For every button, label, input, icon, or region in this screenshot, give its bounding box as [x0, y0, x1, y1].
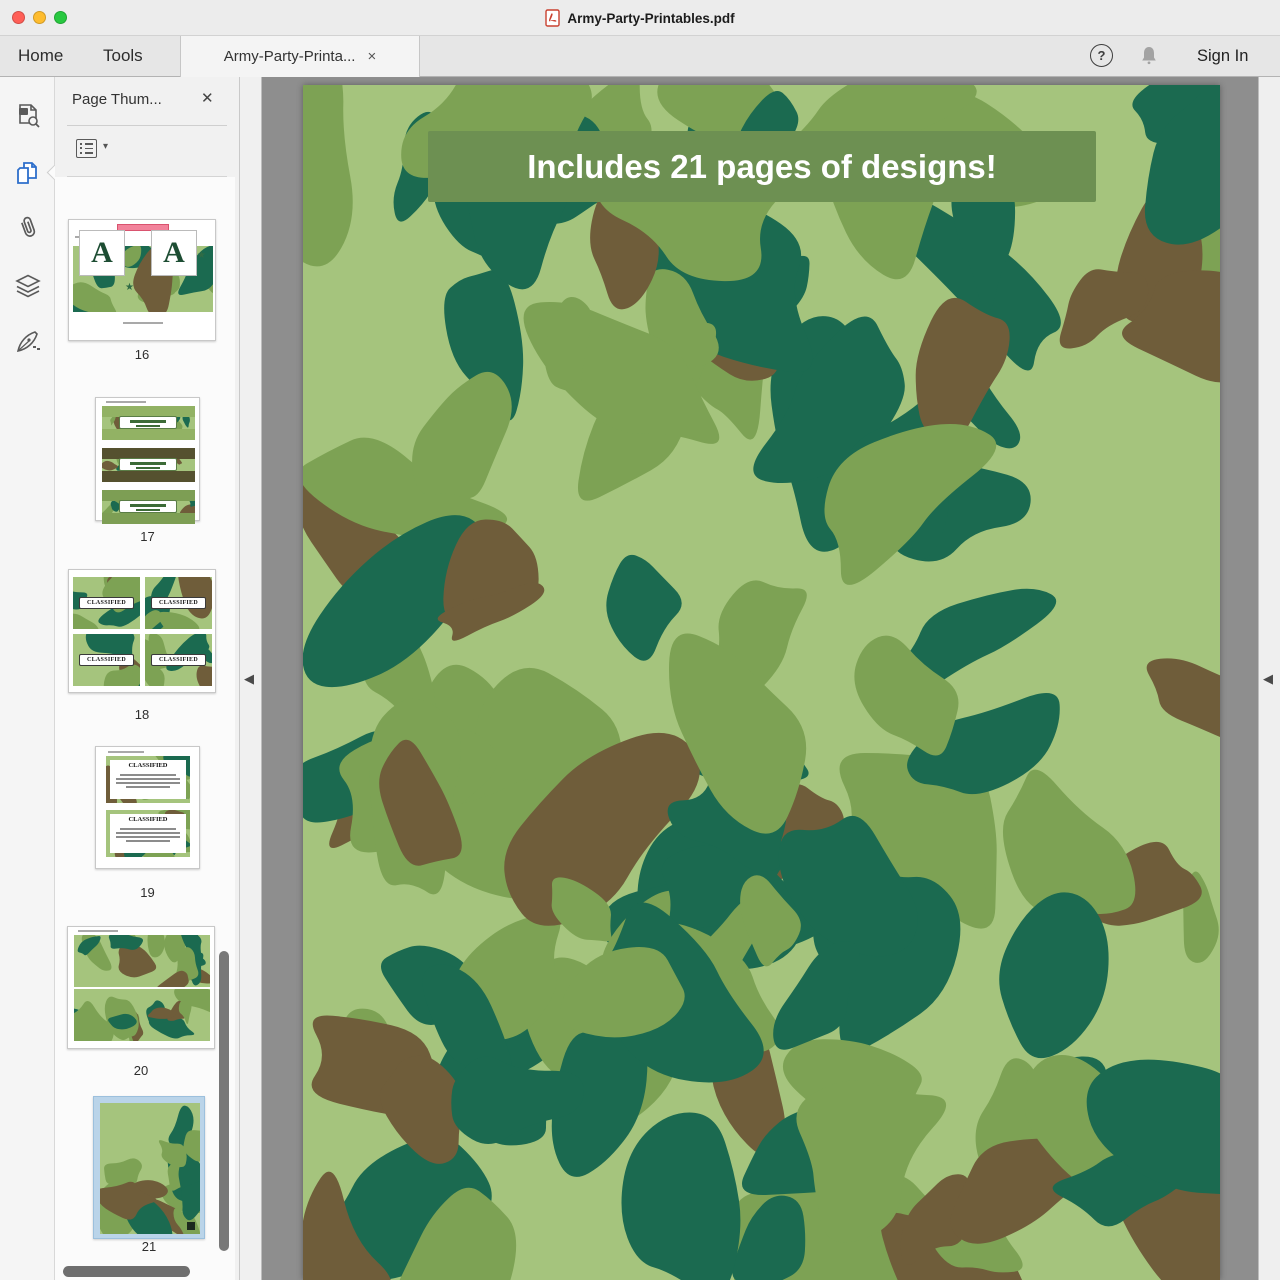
classified-stamp: CLASSIFIED: [79, 597, 134, 609]
classified-stamp: CLASSIFIED: [79, 654, 134, 666]
thumbnail-page-17[interactable]: [95, 397, 200, 524]
sidebar-vertical-scrollbar[interactable]: [219, 951, 229, 1251]
wrapper-label: [119, 416, 177, 429]
pdf-file-icon: [545, 9, 561, 27]
thumbnail-page-18[interactable]: CLASSIFIED CLASSIFIED CLASSIFIED CLASSIF…: [68, 569, 216, 693]
page-number: 19: [140, 885, 155, 900]
panel-title: Page Thum...: [72, 91, 162, 108]
wrapper-label: [119, 500, 177, 513]
window-title: Army-Party-Printables.pdf: [567, 10, 735, 26]
page-thumbnails-icon[interactable]: [14, 159, 42, 187]
collapse-panel-arrow-icon[interactable]: ◀: [244, 671, 254, 687]
page-banner: Includes 21 pages of designs!: [428, 131, 1096, 202]
wrapper-label: [119, 458, 177, 471]
right-panel-strip[interactable]: ◀: [1258, 77, 1280, 1280]
thumbnail-page-16[interactable]: A A ★ ★: [68, 219, 216, 341]
layers-icon[interactable]: [14, 272, 42, 300]
page-number: 21: [141, 1239, 157, 1254]
banner-text: Includes 21 pages of designs!: [527, 147, 997, 185]
document-preview-icon[interactable]: [14, 102, 42, 130]
window-titlebar: Army-Party-Printables.pdf: [0, 0, 1280, 36]
star-icon: ★: [197, 250, 206, 261]
chevron-down-icon[interactable]: ▾: [103, 141, 108, 152]
panel-close-icon[interactable]: ✕: [201, 89, 214, 107]
tab-document-label: Army-Party-Printa...: [223, 48, 356, 65]
page-number: 20: [133, 1063, 149, 1078]
classified-stamp: CLASSIFIED: [151, 654, 206, 666]
sign-in-button[interactable]: Sign In: [1197, 36, 1248, 76]
page-thumbnails-panel: Page Thum... ✕ ▾ A A ★ ★ 16 17 CLASSIFIE…: [55, 77, 240, 1280]
tab-bar: Home Tools Army-Party-Printa... × ? Sign…: [0, 36, 1280, 77]
page-number: 17: [140, 529, 155, 544]
left-toolbar: [0, 77, 55, 1280]
tab-home[interactable]: Home: [18, 36, 63, 76]
classified-stamp: CLASSIFIED: [151, 597, 206, 609]
thumbnail-page-21-selected[interactable]: [93, 1096, 205, 1239]
thumbnail-page-19[interactable]: CLASSIFIED CLASSIFIED: [95, 746, 200, 869]
tab-close-icon[interactable]: ×: [367, 48, 376, 65]
page-number: 16: [134, 347, 150, 362]
tab-document[interactable]: Army-Party-Printa... ×: [180, 36, 420, 77]
camouflage-page-artwork: [303, 85, 1220, 1280]
banner-letter: A: [151, 230, 197, 276]
attachments-paperclip-icon[interactable]: [10, 210, 46, 246]
page-number: 18: [134, 707, 150, 722]
document-viewer: Includes 21 pages of designs!: [262, 77, 1258, 1280]
sidebar-horizontal-scrollbar[interactable]: [63, 1266, 190, 1277]
thumb21-logo-mark: [187, 1222, 195, 1230]
thumbnail-page-20[interactable]: [67, 926, 215, 1049]
classified-heading: CLASSIFIED: [128, 762, 168, 769]
thumbnail-options-icon[interactable]: [76, 139, 97, 158]
star-icon: ★: [125, 282, 134, 293]
divider: [67, 125, 227, 126]
fill-and-sign-pen-icon[interactable]: [14, 327, 42, 355]
tab-tools[interactable]: Tools: [103, 36, 143, 76]
banner-letter: A: [79, 230, 125, 276]
pdf-page[interactable]: Includes 21 pages of designs!: [303, 85, 1220, 1280]
classified-heading: CLASSIFIED: [128, 816, 168, 823]
panel-collapse-strip[interactable]: ◀: [240, 77, 262, 1280]
help-icon[interactable]: ?: [1090, 44, 1113, 67]
expand-panel-arrow-icon[interactable]: ◀: [1263, 671, 1273, 687]
notifications-bell-icon[interactable]: [1139, 45, 1159, 72]
